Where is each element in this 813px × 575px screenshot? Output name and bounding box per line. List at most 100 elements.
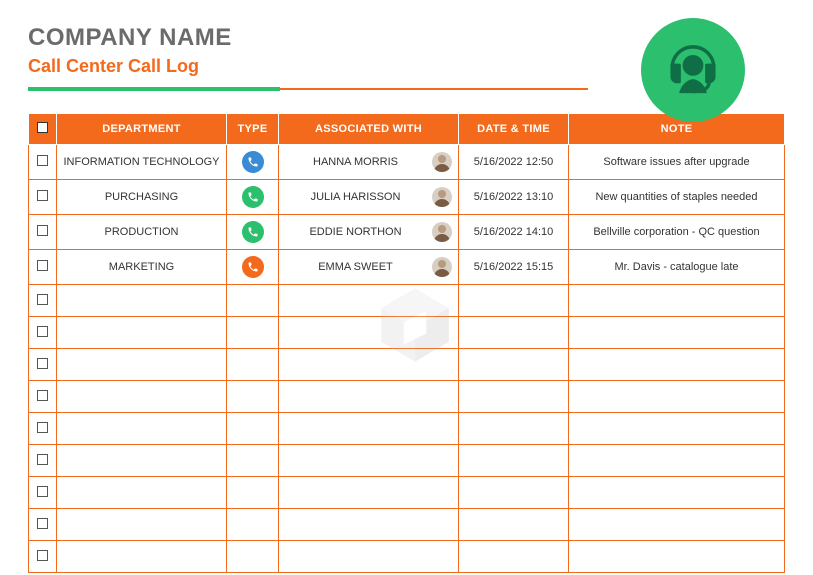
row-checkbox[interactable]: [37, 422, 48, 433]
row-checkbox[interactable]: [37, 518, 48, 529]
row-checkbox[interactable]: [37, 190, 48, 201]
cell-department: [57, 349, 227, 381]
logo-circle: [641, 18, 745, 122]
avatar: [432, 187, 452, 207]
cell-associated: [279, 541, 459, 573]
table-row: [29, 317, 785, 349]
headset-agent-icon: [656, 33, 730, 107]
table-row: [29, 445, 785, 477]
table-row: [29, 349, 785, 381]
cell-datetime: [459, 285, 569, 317]
cell-associated: HANNA MORRIS: [279, 145, 459, 180]
cell-department: INFORMATION TECHNOLOGY: [57, 145, 227, 180]
cell-type: [227, 285, 279, 317]
avatar: [432, 152, 452, 172]
table-row: [29, 413, 785, 445]
cell-department: PRODUCTION: [57, 215, 227, 250]
table-row: [29, 285, 785, 317]
cell-associated: JULIA HARISSON: [279, 180, 459, 215]
cell-note: [569, 509, 785, 541]
table-row: [29, 477, 785, 509]
cell-type: [227, 145, 279, 180]
table-row: [29, 381, 785, 413]
cell-type: [227, 477, 279, 509]
cell-datetime: [459, 477, 569, 509]
cell-type: [227, 413, 279, 445]
cell-department: [57, 285, 227, 317]
cell-datetime: 5/16/2022 14:10: [459, 215, 569, 250]
cell-note: New quantities of staples needed: [569, 180, 785, 215]
cell-note: [569, 317, 785, 349]
cell-note: [569, 541, 785, 573]
cell-datetime: [459, 509, 569, 541]
cell-type: [227, 317, 279, 349]
table-row: INFORMATION TECHNOLOGY HANNA MORRIS5/16/2…: [29, 145, 785, 180]
cell-note: [569, 413, 785, 445]
col-department: DEPARTMENT: [57, 114, 227, 145]
phone-icon: [242, 186, 264, 208]
cell-datetime: [459, 445, 569, 477]
col-datetime: DATE & TIME: [459, 114, 569, 145]
header-underline: [28, 87, 588, 91]
row-checkbox[interactable]: [37, 454, 48, 465]
avatar: [432, 222, 452, 242]
checkbox-all[interactable]: [37, 122, 48, 133]
cell-associated: [279, 317, 459, 349]
phone-icon: [242, 151, 264, 173]
cell-associated: EMMA SWEET: [279, 250, 459, 285]
table-row: PURCHASING JULIA HARISSON5/16/2022 13:10N…: [29, 180, 785, 215]
cell-datetime: [459, 413, 569, 445]
cell-associated: [279, 381, 459, 413]
cell-type: [227, 381, 279, 413]
phone-icon: [242, 221, 264, 243]
cell-datetime: 5/16/2022 13:10: [459, 180, 569, 215]
table-row: [29, 541, 785, 573]
cell-department: PURCHASING: [57, 180, 227, 215]
cell-associated: EDDIE NORTHON: [279, 215, 459, 250]
cell-datetime: [459, 381, 569, 413]
cell-department: [57, 541, 227, 573]
cell-note: Bellville corporation - QC question: [569, 215, 785, 250]
cell-note: [569, 445, 785, 477]
cell-type: [227, 541, 279, 573]
cell-note: Software issues after upgrade: [569, 145, 785, 180]
cell-department: [57, 477, 227, 509]
row-checkbox[interactable]: [37, 155, 48, 166]
cell-associated: [279, 477, 459, 509]
row-checkbox[interactable]: [37, 326, 48, 337]
cell-datetime: 5/16/2022 15:15: [459, 250, 569, 285]
col-associated: ASSOCIATED WITH: [279, 114, 459, 145]
cell-type: [227, 215, 279, 250]
table-row: MARKETINGEMMA SWEET5/16/2022 15:15Mr. Da…: [29, 250, 785, 285]
call-log-table: DEPARTMENT TYPE ASSOCIATED WITH DATE & T…: [28, 113, 785, 573]
cell-note: [569, 285, 785, 317]
row-checkbox[interactable]: [37, 358, 48, 369]
cell-department: [57, 509, 227, 541]
cell-note: [569, 477, 785, 509]
row-checkbox[interactable]: [37, 486, 48, 497]
table-row: [29, 509, 785, 541]
cell-department: [57, 317, 227, 349]
cell-note: Mr. Davis - catalogue late: [569, 250, 785, 285]
cell-associated: [279, 349, 459, 381]
cell-associated: [279, 285, 459, 317]
cell-type: [227, 180, 279, 215]
row-checkbox[interactable]: [37, 390, 48, 401]
cell-note: [569, 381, 785, 413]
phone-icon: [242, 256, 264, 278]
cell-note: [569, 349, 785, 381]
cell-associated: [279, 445, 459, 477]
cell-department: [57, 381, 227, 413]
row-checkbox[interactable]: [37, 294, 48, 305]
row-checkbox[interactable]: [37, 225, 48, 236]
cell-datetime: 5/16/2022 12:50: [459, 145, 569, 180]
row-checkbox[interactable]: [37, 550, 48, 561]
cell-type: [227, 250, 279, 285]
cell-datetime: [459, 349, 569, 381]
row-checkbox[interactable]: [37, 260, 48, 271]
cell-type: [227, 509, 279, 541]
table-row: PRODUCTION EDDIE NORTHON5/16/2022 14:10Be…: [29, 215, 785, 250]
cell-associated: [279, 413, 459, 445]
table-header-row: DEPARTMENT TYPE ASSOCIATED WITH DATE & T…: [29, 114, 785, 145]
col-checkbox: [29, 114, 57, 145]
